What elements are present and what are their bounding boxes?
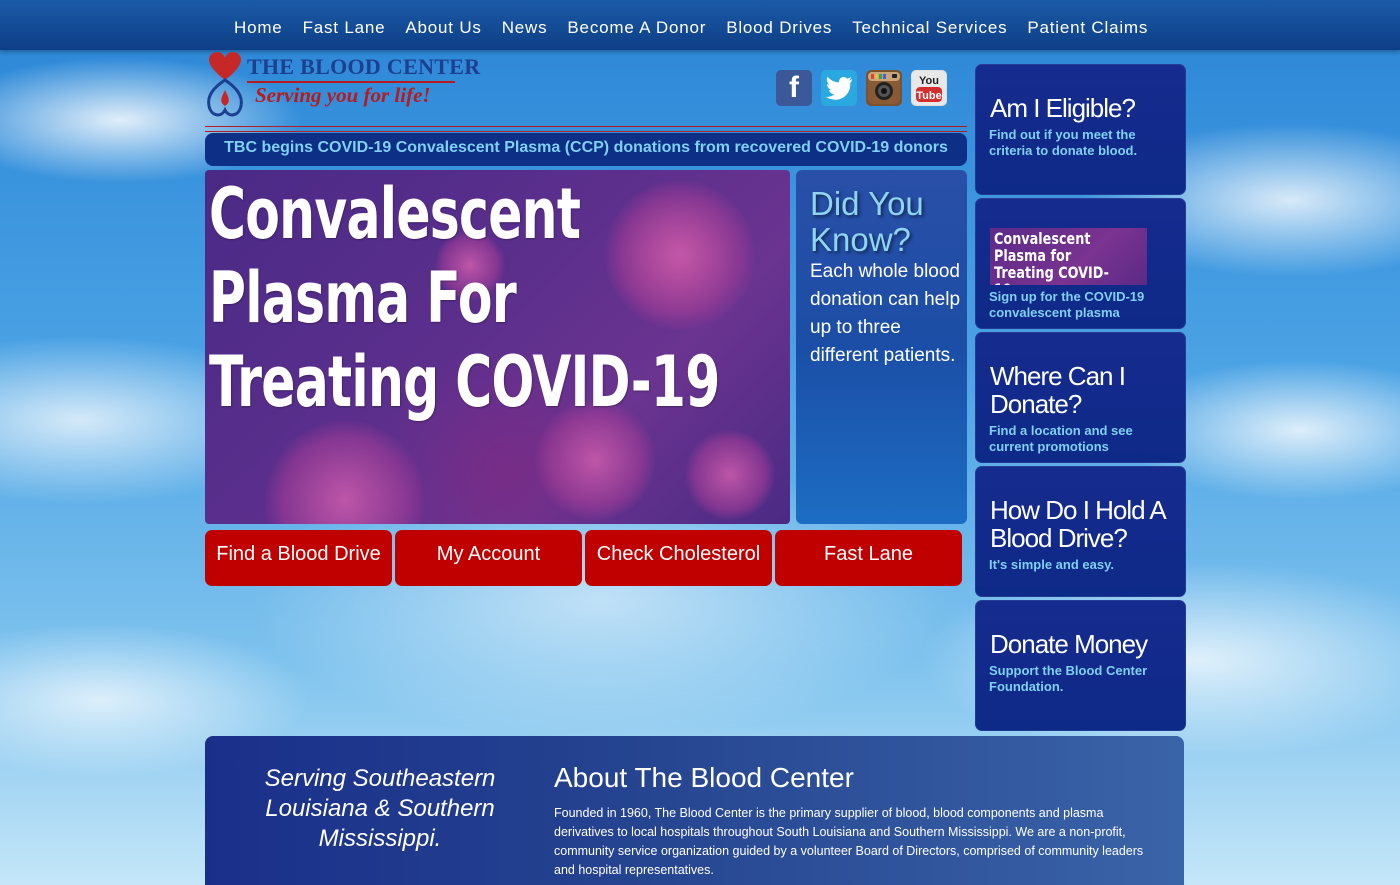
about-section: Serving Southeastern Louisiana & Souther… xyxy=(205,736,1184,885)
youtube-glyph: You Tube xyxy=(912,71,946,105)
check-cholesterol-button[interactable]: Check Cholesterol xyxy=(585,530,772,586)
nav-item-home[interactable]: Home xyxy=(224,0,293,55)
facebook-icon[interactable]: f xyxy=(776,70,812,106)
hero-headline: Convalescent Plasma For Treating COVID-1… xyxy=(209,172,720,424)
youtube-you-text: You xyxy=(919,75,939,87)
nav-item-become-a-donor[interactable]: Become A Donor xyxy=(557,0,716,55)
twitter-bird-glyph xyxy=(825,76,852,100)
nav-item-blood-drives[interactable]: Blood Drives xyxy=(716,0,842,55)
hold-drive-title: How Do I Hold A Blood Drive? xyxy=(990,495,1165,553)
hold-drive-text: It's simple and easy. xyxy=(989,557,1114,572)
did-you-know-text: Each whole blood donation can help up to… xyxy=(810,261,961,366)
hero-line-2: Plasma For xyxy=(209,257,517,339)
where-text: Find a location and see current promotio… xyxy=(989,423,1133,454)
header-divider xyxy=(205,126,967,132)
quick-action-buttons: Find a Blood Drive My Account Check Chol… xyxy=(205,530,962,586)
heart-drop-logo-icon xyxy=(207,51,243,117)
facebook-glyph: f xyxy=(789,71,799,104)
nav-menu: Home Fast Lane About Us News Become A Do… xyxy=(224,0,1158,55)
donate-money-text: Support the Blood Center Foundation. xyxy=(989,663,1148,694)
news-ticker[interactable]: TBC begins COVID-19 Convalescent Plasma … xyxy=(205,133,967,166)
sidebar-card-hold-drive[interactable]: How Do I Hold A Blood Drive? It's simple… xyxy=(975,466,1186,597)
ccp-text: Sign up for the COVID-19 convalescent pl… xyxy=(989,289,1145,320)
did-you-know-title: Did You Know? xyxy=(810,185,924,258)
nav-item-technical-services[interactable]: Technical Services xyxy=(842,0,1017,55)
site-logo[interactable]: THE BLOOD CENTER Serving you for life! xyxy=(205,50,480,120)
logo-tagline: Serving you for life! xyxy=(255,83,431,107)
top-navigation: Home Fast Lane About Us News Become A Do… xyxy=(0,0,1400,50)
my-account-button[interactable]: My Account xyxy=(395,530,582,586)
about-text: Founded in 1960, The Blood Center is the… xyxy=(554,806,1144,877)
did-you-know-panel: Did You Know? Each whole blood donation … xyxy=(796,170,967,524)
instagram-icon[interactable] xyxy=(866,70,902,106)
sidebar-card-ccp[interactable]: Convalescent Plasma for Treating COVID-1… xyxy=(975,198,1186,329)
sidebar-card-where[interactable]: Where Can I Donate? Find a location and … xyxy=(975,332,1186,463)
eligible-text: Find out if you meet the criteria to don… xyxy=(989,127,1138,158)
eligible-title: Am I Eligible? xyxy=(990,93,1136,123)
social-links: f You Tube xyxy=(776,70,947,106)
youtube-tube-text: Tube xyxy=(916,90,941,102)
donate-money-title: Donate Money xyxy=(990,629,1148,659)
where-title: Where Can I Donate? xyxy=(990,361,1126,419)
service-area-text: Serving Southeastern Louisiana & Souther… xyxy=(264,765,496,852)
about-title: About The Blood Center xyxy=(554,762,854,793)
twitter-icon[interactable] xyxy=(821,70,857,106)
hero-line-1: Convalescent xyxy=(209,173,581,255)
ccp-banner-image: Convalescent Plasma for Treating COVID-1… xyxy=(990,228,1147,285)
ccp-banner-text: Convalescent Plasma for Treating COVID-1… xyxy=(994,229,1109,285)
sidebar-card-donate-money[interactable]: Donate Money Support the Blood Center Fo… xyxy=(975,600,1186,731)
nav-item-patient-claims[interactable]: Patient Claims xyxy=(1017,0,1158,55)
virus-graphic xyxy=(685,430,775,520)
instagram-camera-glyph xyxy=(868,72,900,104)
nav-item-about-us[interactable]: About Us xyxy=(395,0,491,55)
hero-line-3: Treating COVID-19 xyxy=(209,341,720,423)
virus-graphic xyxy=(265,420,425,524)
nav-item-fast-lane[interactable]: Fast Lane xyxy=(293,0,396,55)
youtube-icon[interactable]: You Tube xyxy=(911,70,947,106)
hero-banner[interactable]: Convalescent Plasma For Treating COVID-1… xyxy=(205,170,790,524)
logo-title: THE BLOOD CENTER xyxy=(247,54,481,79)
fast-lane-button[interactable]: Fast Lane xyxy=(775,530,962,586)
nav-item-news[interactable]: News xyxy=(492,0,558,55)
sidebar-card-eligible[interactable]: Am I Eligible? Find out if you meet the … xyxy=(975,64,1186,195)
find-blood-drive-button[interactable]: Find a Blood Drive xyxy=(205,530,392,586)
